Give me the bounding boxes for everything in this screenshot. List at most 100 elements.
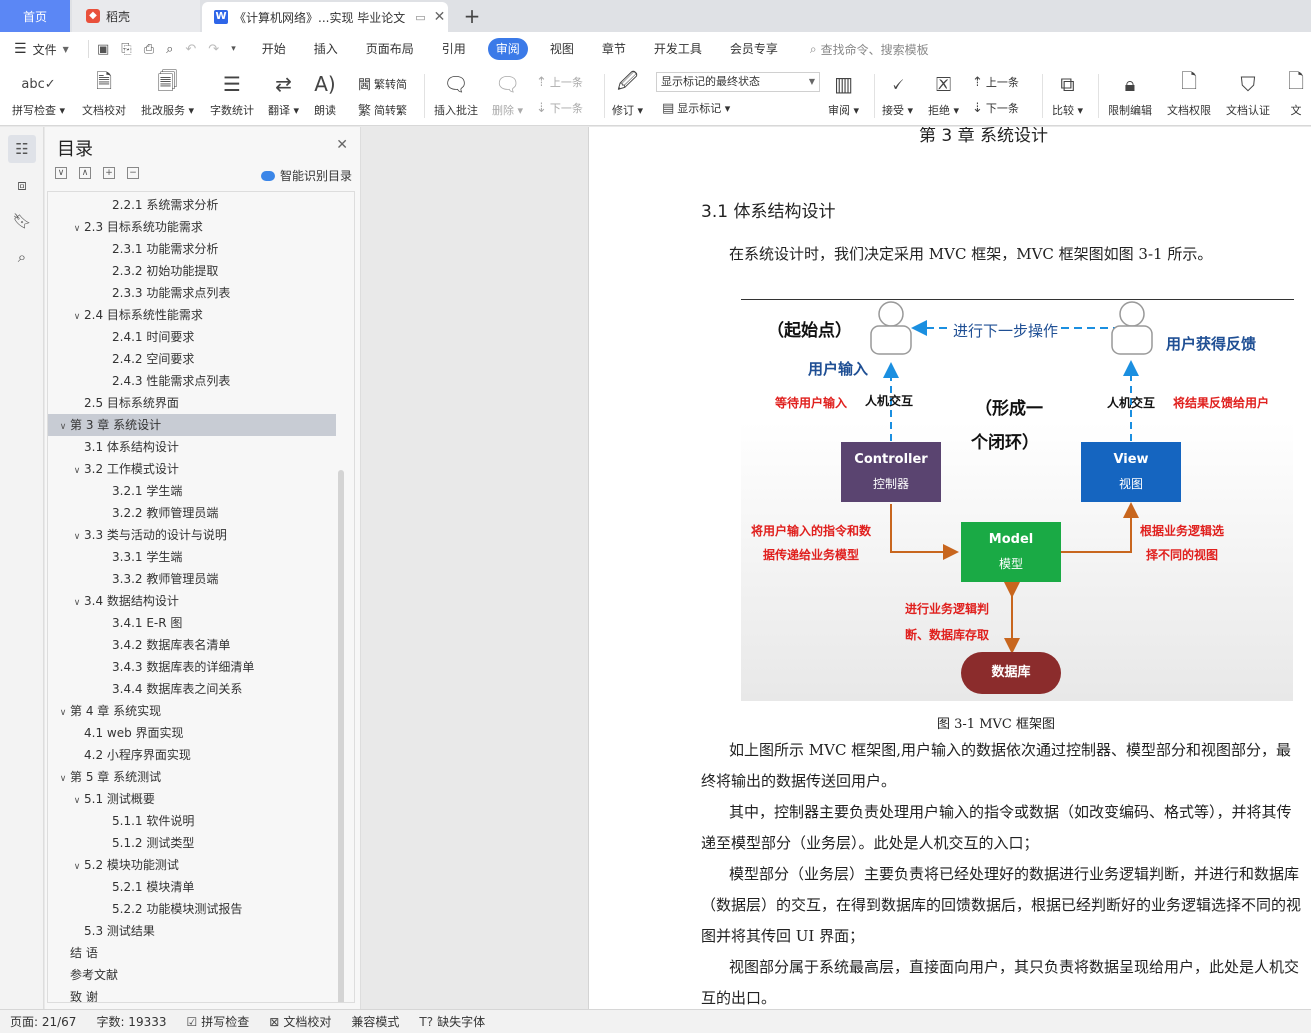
chevron-down-icon[interactable]: ∨ (70, 526, 84, 548)
simp-to-trad-button[interactable]: 繁简转繁 (358, 100, 407, 120)
toc-item[interactable]: 结 语 (48, 942, 98, 964)
markup-display-select[interactable]: 显示标记的最终状态 ▼ (656, 72, 820, 92)
compare-button[interactable]: ⧉ 比较 ▾ (1052, 70, 1083, 118)
doc-cert-button[interactable]: ⛉ 文档认证 (1226, 70, 1270, 118)
toc-item[interactable]: 3.4.4 数据库表之间关系 (48, 678, 242, 700)
toc-item[interactable]: 2.2.1 系统需求分析 (48, 194, 218, 216)
doc-permission-button[interactable]: 🗋 文档权限 (1167, 69, 1211, 118)
chevron-down-icon[interactable]: ∨ (70, 306, 84, 328)
translate-button[interactable]: ⇄ 翻译 ▾ (268, 70, 299, 118)
toc-item[interactable]: 5.2.2 功能模块测试报告 (48, 898, 242, 920)
ribbon-tab[interactable]: 插入 (300, 38, 352, 60)
toc-item[interactable]: 5.3 测试结果 (48, 920, 155, 942)
ribbon-tab[interactable]: 章节 (588, 38, 640, 60)
accept-button[interactable]: 🗸 接受 ▾ (882, 70, 913, 118)
file-menu[interactable]: ☰ 文件 ▼ (0, 41, 88, 58)
toc-item[interactable]: ∨ 第 3 章 系统设计 (48, 414, 336, 436)
close-tab-icon[interactable]: ✕ (434, 9, 446, 25)
insert-comment-button[interactable]: 🗨 插入批注 (434, 70, 478, 118)
monitor-icon[interactable]: ▭ (415, 11, 425, 24)
show-markup-button[interactable]: ▤ 显示标记 ▾ (662, 100, 730, 116)
more-ribbon-button[interactable]: 🗋 文 (1288, 69, 1304, 118)
page-counter[interactable]: 页面: 21/67 (0, 1013, 86, 1030)
toc-item[interactable]: ∨ 3.2 工作模式设计 (48, 458, 179, 480)
toc-item[interactable]: 3.1 体系结构设计 (48, 436, 179, 458)
prev-comment-button[interactable]: ⇡ 上一条 (536, 74, 583, 90)
export-icon[interactable]: ⎘ (121, 42, 131, 57)
toc-item[interactable]: ∨ 5.1 测试概要 (48, 788, 155, 810)
bookmark-icon[interactable]: 🔖︎ (8, 207, 36, 235)
status-proofread[interactable]: ⊠ 文档校对 (259, 1013, 341, 1030)
toc-item[interactable]: 2.3.2 初始功能提取 (48, 260, 218, 282)
toc-nav-icon[interactable]: ☷ (8, 135, 36, 163)
toc-item[interactable]: 3.4.3 数据库表的详细清单 (48, 656, 254, 678)
restrict-editing-button[interactable]: 🔒︎ 限制编辑 (1108, 70, 1152, 118)
toc-item[interactable]: 2.3.1 功能需求分析 (48, 238, 218, 260)
undo-icon[interactable]: ↶ (185, 42, 196, 57)
save-icon[interactable]: ▣ (97, 42, 109, 57)
toc-item[interactable]: ∨ 3.4 数据结构设计 (48, 590, 179, 612)
toc-item[interactable]: 3.4.1 E-R 图 (48, 612, 182, 634)
print-preview-icon[interactable]: ⌕ (166, 42, 173, 57)
ribbon-tab[interactable]: 页面布局 (352, 38, 428, 60)
add-heading-icon[interactable]: + (103, 167, 115, 179)
chevron-down-icon[interactable]: ∨ (56, 768, 70, 790)
toc-item[interactable]: 4.2 小程序界面实现 (48, 744, 191, 766)
toc-item[interactable]: ∨ 5.2 模块功能测试 (48, 854, 179, 876)
toc-item[interactable]: ∨ 2.3 目标系统功能需求 (48, 216, 203, 238)
word-count-button[interactable]: ☰ 字数统计 (210, 70, 254, 118)
tab-docer[interactable]: ◆ 稻壳 (72, 0, 200, 32)
command-search[interactable]: ⌕ 查找命令、搜索模板 (810, 41, 929, 58)
toc-item[interactable]: 致 谢 (48, 986, 98, 1002)
tab-document[interactable]: W 《计算机网络》...实现 毕业论文 ▭ ✕ (202, 2, 448, 32)
redo-icon[interactable]: ↷ (208, 42, 219, 57)
toc-item[interactable]: 3.2.2 教师管理员端 (48, 502, 218, 524)
chevron-down-icon[interactable]: ∨ (70, 592, 84, 614)
customize-icon[interactable]: ▾ (231, 44, 236, 54)
review-pane-button[interactable]: ▥ 审阅 ▾ (828, 70, 859, 118)
close-icon[interactable]: ✕ (336, 137, 348, 153)
chevron-down-icon[interactable]: ∨ (70, 790, 84, 812)
toc-item[interactable]: 2.4.2 空间要求 (48, 348, 194, 370)
trad-to-simp-button[interactable]: 閪繁转简 (358, 74, 407, 94)
expand-down-icon[interactable]: ∨ (55, 167, 67, 179)
toc-item[interactable]: ∨ 3.3 类与活动的设计与说明 (48, 524, 227, 546)
smart-toc-button[interactable]: 智能识别目录 (260, 167, 352, 184)
prev-change-button[interactable]: ⇡ 上一条 (972, 74, 1019, 90)
toc-scrollbar[interactable] (338, 470, 344, 1002)
toc-item[interactable]: 2.4.3 性能需求点列表 (48, 370, 230, 392)
print-icon[interactable]: ⎙ (144, 42, 154, 57)
toc-item[interactable]: 5.1.1 软件说明 (48, 810, 194, 832)
toc-item[interactable]: 2.5 目标系统界面 (48, 392, 179, 414)
next-change-button[interactable]: ⇣ 下一条 (972, 100, 1019, 116)
toc-item[interactable]: 2.4.1 时间要求 (48, 326, 194, 348)
spell-check-button[interactable]: abc✓ 拼写检查 ▾ (12, 70, 65, 118)
word-count[interactable]: 字数: 19333 (86, 1013, 176, 1030)
ribbon-tab[interactable]: 视图 (536, 38, 588, 60)
chevron-down-icon[interactable]: ∨ (70, 218, 84, 240)
toc-item[interactable]: 3.4.2 数据库表名清单 (48, 634, 230, 656)
toc-item[interactable]: ∨ 第 4 章 系统实现 (48, 700, 161, 722)
track-changes-button[interactable]: 🖉 修订 ▾ (612, 69, 643, 118)
missing-font[interactable]: T? 缺失字体 (409, 1013, 495, 1030)
ribbon-tab[interactable]: 会员专享 (716, 38, 792, 60)
chapter-nav-icon[interactable]: ⧈ (8, 171, 36, 199)
search-icon[interactable]: ⌕ (8, 243, 36, 271)
ribbon-tab[interactable]: 开发工具 (640, 38, 716, 60)
toc-item[interactable]: 4.1 web 界面实现 (48, 722, 184, 744)
toc-item[interactable]: 5.2.1 模块清单 (48, 876, 194, 898)
collapse-up-icon[interactable]: ∧ (79, 167, 91, 179)
new-tab-button[interactable]: + (460, 0, 484, 32)
ribbon-tab[interactable]: 开始 (248, 38, 300, 60)
next-comment-button[interactable]: ⇣ 下一条 (536, 100, 583, 116)
toc-item[interactable]: 3.3.2 教师管理员端 (48, 568, 218, 590)
chevron-down-icon[interactable]: ∨ (70, 460, 84, 482)
chevron-down-icon[interactable]: ∨ (56, 416, 70, 438)
chevron-down-icon[interactable]: ∨ (70, 856, 84, 878)
annotate-service-button[interactable]: 🗐 批改服务 ▾ (141, 69, 194, 118)
doc-proofread-button[interactable]: 🗎 文档校对 (82, 69, 126, 118)
toc-item[interactable]: 2.3.3 功能需求点列表 (48, 282, 230, 304)
delete-comment-button[interactable]: 🗨 删除 ▾ (492, 70, 523, 118)
toc-item[interactable]: 参考文献 (48, 964, 118, 986)
ribbon-tab[interactable]: 审阅 (487, 38, 528, 60)
